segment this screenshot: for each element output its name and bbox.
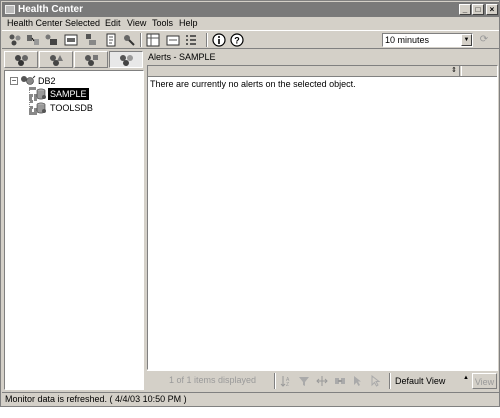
find-icon[interactable] bbox=[334, 375, 346, 387]
task-center-icon[interactable] bbox=[84, 33, 98, 47]
tree-expander[interactable]: − bbox=[10, 77, 18, 85]
refresh-interval-select[interactable]: 10 minutes ▼ bbox=[382, 33, 473, 47]
instance-icon bbox=[21, 75, 36, 85]
development-center-icon[interactable] bbox=[146, 33, 160, 47]
toolbar: ? 10 minutes ▼ ⟳ bbox=[2, 30, 499, 49]
refresh-interval-value: 10 minutes bbox=[385, 35, 430, 45]
view-select[interactable]: Default View ▲ bbox=[393, 373, 471, 389]
info-icon[interactable] bbox=[212, 33, 226, 47]
sort-icon[interactable]: AZ bbox=[280, 375, 292, 387]
menu-view[interactable]: View bbox=[127, 18, 146, 29]
database-icon bbox=[36, 88, 46, 100]
menu-help[interactable]: Help bbox=[179, 18, 198, 29]
control-center-icon[interactable] bbox=[8, 33, 22, 47]
sort-icon[interactable]: ⇕ bbox=[449, 66, 460, 76]
tab-attention-state[interactable] bbox=[74, 51, 108, 68]
deselect-all-icon[interactable] bbox=[370, 375, 382, 387]
user-tools-icon[interactable] bbox=[166, 33, 180, 47]
tab-warning-state[interactable] bbox=[39, 51, 73, 68]
empty-alerts-message: There are currently no alerts on the sel… bbox=[150, 79, 356, 89]
attention-state-icon bbox=[85, 55, 98, 66]
alarm-state-icon bbox=[15, 55, 28, 66]
app-icon bbox=[5, 5, 15, 14]
replication-center-icon[interactable] bbox=[26, 33, 40, 47]
journal-icon[interactable] bbox=[104, 33, 118, 47]
menu-edit[interactable]: Edit bbox=[105, 18, 121, 29]
object-tree: − DB2 SAMPLE TOOLSDB bbox=[4, 70, 144, 390]
satellite-admin-center-icon[interactable] bbox=[44, 33, 58, 47]
license-center-icon[interactable] bbox=[122, 33, 136, 47]
customize-columns-icon[interactable] bbox=[316, 375, 328, 387]
view-select-value: Default View bbox=[395, 376, 446, 386]
alerts-pane: Alerts - SAMPLE ⇕ There are currently no… bbox=[147, 51, 498, 390]
svg-text:?: ? bbox=[234, 36, 240, 46]
tools-settings-icon[interactable] bbox=[184, 33, 198, 47]
chevron-down-icon[interactable]: ▼ bbox=[461, 34, 472, 46]
chevron-up-icon: ▲ bbox=[463, 375, 469, 381]
tree-node-db2[interactable]: DB2 bbox=[20, 75, 80, 87]
filter-icon[interactable] bbox=[298, 375, 310, 387]
tree-node-label: TOOLSDB bbox=[50, 103, 93, 113]
title-bar: Health Center _ □ × bbox=[2, 2, 499, 17]
menu-selected[interactable]: Selected bbox=[65, 18, 100, 29]
alerts-table-header: ⇕ bbox=[148, 66, 497, 77]
close-button[interactable]: × bbox=[486, 4, 498, 15]
toolbar-separator bbox=[206, 33, 208, 47]
menu-health-center[interactable]: Health Center bbox=[7, 18, 63, 29]
svg-text:Z: Z bbox=[286, 382, 289, 387]
alert-state-tabs bbox=[4, 51, 144, 69]
database-icon bbox=[36, 102, 46, 114]
refresh-icon[interactable]: ⟳ bbox=[478, 34, 490, 46]
maximize-button[interactable]: □ bbox=[472, 4, 484, 15]
alerts-footer: 1 of 1 items displayed AZ Default View ▲… bbox=[147, 370, 498, 390]
normal-state-icon bbox=[120, 55, 133, 66]
footer-separator bbox=[274, 373, 276, 389]
command-center-icon[interactable] bbox=[64, 33, 78, 47]
help-icon[interactable]: ? bbox=[230, 33, 244, 47]
alerts-title: Alerts - SAMPLE bbox=[148, 52, 216, 62]
warning-state-icon bbox=[50, 55, 63, 66]
footer-separator bbox=[389, 373, 391, 389]
view-button[interactable]: View bbox=[472, 373, 497, 389]
tab-alarm-state[interactable] bbox=[4, 51, 38, 68]
tree-node-sample[interactable]: SAMPLE bbox=[35, 88, 105, 100]
tree-node-label: SAMPLE bbox=[48, 88, 89, 100]
tree-node-label: DB2 bbox=[38, 76, 56, 86]
alerts-table-frame: ⇕ There are currently no alerts on the s… bbox=[147, 65, 498, 370]
toolbar-separator bbox=[140, 33, 142, 47]
tab-normal-state[interactable] bbox=[109, 51, 143, 68]
select-all-icon[interactable] bbox=[352, 375, 364, 387]
alerts-table: ⇕ There are currently no alerts on the s… bbox=[147, 65, 498, 418]
menu-tools[interactable]: Tools bbox=[152, 18, 173, 29]
health-center-window: Health Center _ □ × Health Center Select… bbox=[0, 0, 500, 407]
status-bar: Monitor data is refreshed. ( 4/4/03 10:5… bbox=[2, 392, 499, 406]
column-header[interactable] bbox=[461, 66, 497, 76]
minimize-button[interactable]: _ bbox=[459, 4, 471, 15]
navigation-pane: − DB2 SAMPLE TOOLSDB bbox=[4, 51, 144, 390]
menu-bar: Health Center Selected Edit View Tools H… bbox=[2, 17, 499, 30]
items-count: 1 of 1 items displayed bbox=[169, 375, 257, 385]
window-title: Health Center bbox=[18, 4, 84, 15]
tree-node-toolsdb[interactable]: TOOLSDB bbox=[35, 102, 105, 114]
